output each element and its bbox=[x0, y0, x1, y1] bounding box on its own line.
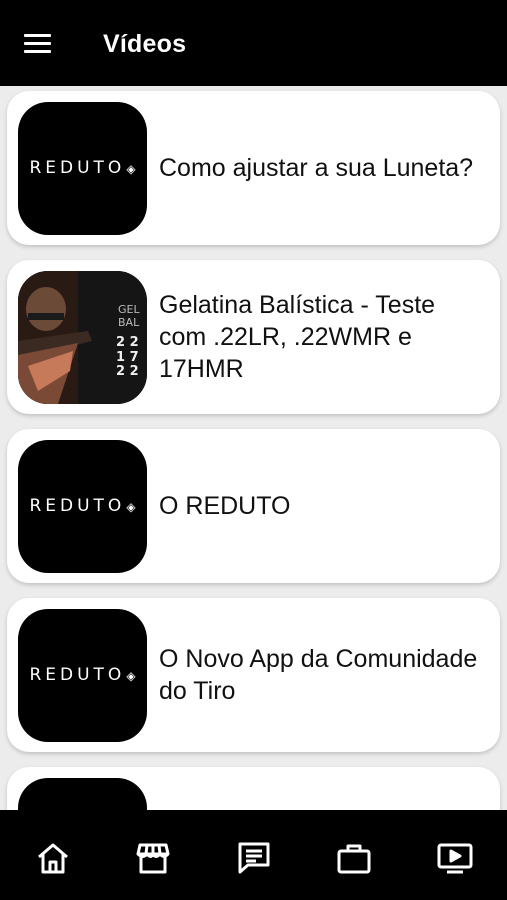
svg-text:GEL: GEL bbox=[118, 303, 140, 316]
video-title: Gelatina Balística - Teste com .22LR, .2… bbox=[159, 291, 436, 383]
video-card[interactable]: REDUTO◈ O REDUTO bbox=[7, 429, 500, 583]
home-icon[interactable] bbox=[33, 840, 73, 876]
page-title: Vídeos bbox=[103, 30, 187, 58]
chat-icon[interactable] bbox=[234, 840, 274, 876]
video-card[interactable] bbox=[7, 767, 500, 810]
video-thumbnail bbox=[18, 778, 147, 810]
video-thumbnail: GEL BAL 2 2 1 7 2 2 bbox=[18, 271, 147, 404]
svg-text:BAL: BAL bbox=[118, 316, 140, 329]
briefcase-icon[interactable] bbox=[334, 840, 374, 876]
video-title: O Novo App da Comunidade do Tiro bbox=[159, 645, 478, 705]
video-card[interactable]: GEL BAL 2 2 1 7 2 2 Gelatina Balística -… bbox=[7, 260, 500, 414]
svg-text:2 2: 2 2 bbox=[116, 364, 139, 379]
app-bar: Vídeos bbox=[0, 0, 507, 86]
svg-text:2 2: 2 2 bbox=[116, 335, 139, 350]
video-icon[interactable] bbox=[435, 840, 475, 876]
reduto-logo: REDUTO◈ bbox=[29, 158, 136, 178]
video-card[interactable]: REDUTO◈ Como ajustar a sua Luneta? bbox=[7, 91, 500, 245]
video-title: O REDUTO bbox=[159, 492, 291, 520]
store-icon[interactable] bbox=[133, 840, 173, 876]
menu-icon[interactable] bbox=[24, 34, 54, 56]
video-card[interactable]: REDUTO◈ O Novo App da Comunidade do Tiro bbox=[7, 598, 500, 752]
reduto-logo: REDUTO◈ bbox=[29, 496, 136, 516]
shooter-photo: GEL BAL 2 2 1 7 2 2 bbox=[18, 271, 147, 404]
svg-text:1 7: 1 7 bbox=[116, 350, 139, 365]
video-title: Como ajustar a sua Luneta? bbox=[159, 154, 474, 182]
reduto-logo: REDUTO◈ bbox=[29, 665, 136, 685]
video-thumbnail: REDUTO◈ bbox=[18, 102, 147, 235]
bottom-navigation bbox=[0, 810, 507, 900]
video-thumbnail: REDUTO◈ bbox=[18, 440, 147, 573]
video-list[interactable]: REDUTO◈ Como ajustar a sua Luneta? GEL B… bbox=[0, 86, 507, 810]
video-thumbnail: REDUTO◈ bbox=[18, 609, 147, 742]
